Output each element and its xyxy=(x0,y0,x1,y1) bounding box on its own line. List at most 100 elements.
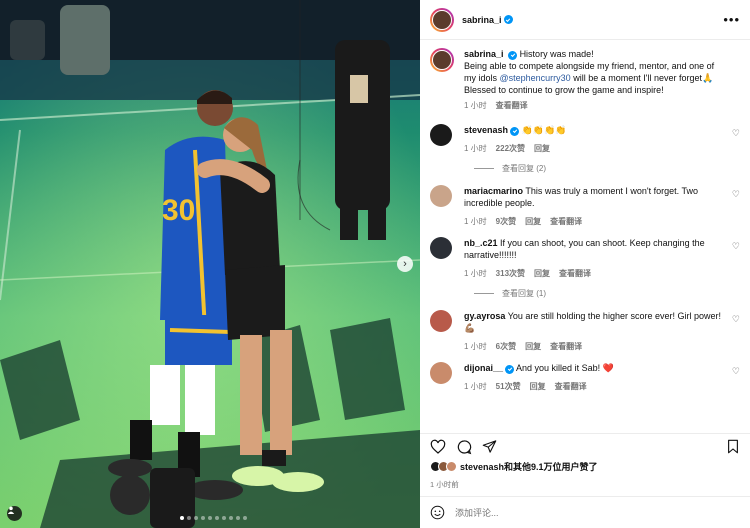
caption-text-line-4: Blessed to continue to grow the game and… xyxy=(464,85,664,95)
comments-list: sabrina_i History was made! Being able t… xyxy=(420,40,750,433)
heart-icon[interactable] xyxy=(430,439,446,455)
comment-time[interactable]: 1 小时 xyxy=(464,381,487,393)
mention-link[interactable]: @stephencurry30 xyxy=(500,73,571,83)
post-photo[interactable]: 30 › xyxy=(0,0,420,528)
commenter-avatar[interactable] xyxy=(430,237,452,259)
comment-likes[interactable]: 222次赞 xyxy=(496,143,525,155)
comment-reply-button[interactable]: 回复 xyxy=(525,216,541,228)
commenter-avatar[interactable] xyxy=(430,310,452,332)
verified-badge-icon xyxy=(503,15,513,24)
carousel-dot xyxy=(236,516,240,520)
add-comment-bar xyxy=(420,496,750,528)
photo-illustration: 30 xyxy=(0,0,420,528)
comment-time[interactable]: 1 小时 xyxy=(464,143,487,155)
comment-icon[interactable] xyxy=(456,439,472,455)
author-avatar[interactable] xyxy=(430,7,454,32)
ellipsis-icon[interactable]: ••• xyxy=(723,12,740,27)
commenter-avatar[interactable] xyxy=(430,362,452,384)
comment-item: stevenash 👏👏👏👏 1 小时 222次赞 回复 ♡ xyxy=(430,124,740,155)
jersey-number: 30 xyxy=(162,194,195,227)
reply-divider xyxy=(474,168,494,169)
verified-badge-icon xyxy=(508,50,518,60)
carousel-dot xyxy=(243,516,247,520)
comment-likes[interactable]: 313次赞 xyxy=(496,268,525,280)
commenter-avatar[interactable] xyxy=(430,124,452,146)
liker-avatars xyxy=(430,460,457,472)
view-replies-button[interactable]: 查看回复 (1) xyxy=(474,288,740,299)
comment-reply-button[interactable]: 回复 xyxy=(530,381,546,393)
comment-like-heart-icon[interactable]: ♡ xyxy=(732,314,740,325)
verified-badge-icon xyxy=(505,364,515,374)
commenter-avatar[interactable] xyxy=(430,185,452,207)
carousel-dot xyxy=(187,516,191,520)
caption-text-line-3b: will be a moment I'll never forget🙏 xyxy=(570,73,714,83)
emoji-icon[interactable] xyxy=(430,505,445,520)
tagged-users-button[interactable] xyxy=(7,506,22,521)
view-replies-label: 查看回复 (2) xyxy=(502,164,546,173)
comment-input[interactable] xyxy=(455,507,740,518)
carousel-dot xyxy=(215,516,219,520)
comment-translate-link[interactable]: 查看翻译 xyxy=(550,216,582,228)
carousel-dot xyxy=(194,516,198,520)
comment-translate-link[interactable]: 查看翻译 xyxy=(555,381,587,393)
caption-username[interactable]: sabrina_i xyxy=(464,49,504,59)
comment-reply-button[interactable]: 回复 xyxy=(534,143,550,155)
comment-item: gy.ayrosa You are still holding the high… xyxy=(430,310,740,353)
comment-reply-button[interactable]: 回复 xyxy=(534,268,550,280)
comment-time[interactable]: 1 小时 xyxy=(464,341,487,353)
comment-likes[interactable]: 51次赞 xyxy=(496,381,521,393)
liked-by-text[interactable]: stevenash和其他9.1万位用户赞了 xyxy=(460,460,598,473)
comment-item: nb_.c21 If you can shoot, you can shoot.… xyxy=(430,237,740,280)
post-caption: sabrina_i History was made! Being able t… xyxy=(430,48,740,112)
liked-by-row[interactable]: stevenash和其他9.1万位用户赞了 xyxy=(420,459,750,473)
carousel-dot xyxy=(222,516,226,520)
comment-text: And you killed it Sab! ❤️ xyxy=(516,363,614,373)
post-header: sabrina_i ••• xyxy=(420,0,750,40)
share-icon[interactable] xyxy=(482,439,497,454)
carousel-dot xyxy=(208,516,212,520)
comment-likes[interactable]: 9次赞 xyxy=(496,216,516,228)
post-details-panel: sabrina_i ••• sabrina_i History was made… xyxy=(420,0,750,528)
comment-like-heart-icon[interactable]: ♡ xyxy=(732,128,740,139)
caption-text-line-2: Being able to compete alongside my frien… xyxy=(464,61,715,71)
comment-like-heart-icon[interactable]: ♡ xyxy=(732,241,740,252)
action-bar xyxy=(420,433,750,459)
verified-badge-icon xyxy=(510,126,520,136)
commenter-username[interactable]: mariacmarino xyxy=(464,186,523,196)
bookmark-icon[interactable] xyxy=(726,439,740,454)
caption-time[interactable]: 1 小时 xyxy=(464,100,487,112)
avatar xyxy=(446,460,457,472)
comment-translate-link[interactable]: 查看翻译 xyxy=(550,341,582,353)
comment-translate-link[interactable]: 查看翻译 xyxy=(559,268,591,280)
caption-avatar[interactable] xyxy=(430,48,454,72)
comment-like-heart-icon[interactable]: ♡ xyxy=(732,189,740,200)
caption-text-line-3a: my idols xyxy=(464,73,500,83)
comment-text: 👏👏👏👏 xyxy=(521,125,567,135)
carousel-dot xyxy=(201,516,205,520)
person-icon xyxy=(7,506,15,514)
reply-divider xyxy=(474,293,494,294)
chevron-right-icon: › xyxy=(403,257,407,270)
commenter-username[interactable]: gy.ayrosa xyxy=(464,311,505,321)
next-slide-button[interactable]: › xyxy=(397,256,413,272)
comment-time[interactable]: 1 小时 xyxy=(464,216,487,228)
commenter-username[interactable]: nb_.c21 xyxy=(464,238,498,248)
caption-translate-link[interactable]: 查看翻译 xyxy=(496,100,528,112)
caption-text-line-1: History was made! xyxy=(519,49,594,59)
commenter-username[interactable]: stevenash xyxy=(464,125,508,135)
carousel-dot xyxy=(229,516,233,520)
comment-likes[interactable]: 6次赞 xyxy=(496,341,516,353)
comment-text: If you can shoot, you can shoot. Keep ch… xyxy=(464,238,705,260)
comment-like-heart-icon[interactable]: ♡ xyxy=(732,366,740,377)
carousel-dot xyxy=(180,516,184,520)
carousel-indicators xyxy=(180,516,247,520)
comment-reply-button[interactable]: 回复 xyxy=(525,341,541,353)
view-replies-label: 查看回复 (1) xyxy=(502,289,546,298)
commenter-username[interactable]: dijonai__ xyxy=(464,363,503,373)
post-timestamp[interactable]: 1 小时前 xyxy=(420,473,750,496)
comment-item: mariacmarino This was truly a moment I w… xyxy=(430,185,740,228)
author-username[interactable]: sabrina_i xyxy=(462,15,502,25)
view-replies-button[interactable]: 查看回复 (2) xyxy=(474,163,740,174)
comment-time[interactable]: 1 小时 xyxy=(464,268,487,280)
comment-item: dijonai__ And you killed it Sab! ❤️ 1 小时… xyxy=(430,362,740,393)
